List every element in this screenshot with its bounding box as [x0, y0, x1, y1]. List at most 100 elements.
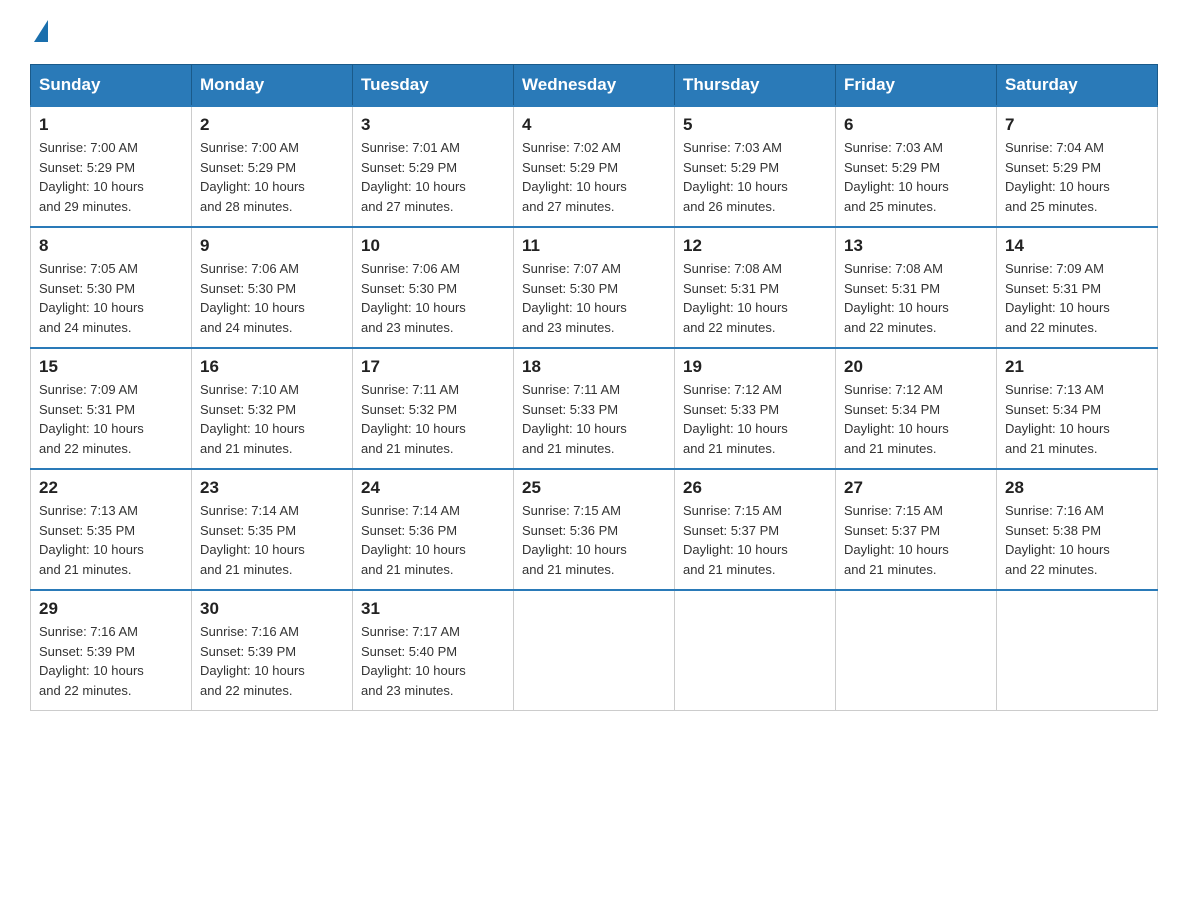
day-info: Sunrise: 7:11 AMSunset: 5:33 PMDaylight:… — [522, 380, 666, 458]
calendar-cell: 17 Sunrise: 7:11 AMSunset: 5:32 PMDayligh… — [353, 348, 514, 469]
calendar-cell: 7 Sunrise: 7:04 AMSunset: 5:29 PMDaylight… — [997, 106, 1158, 227]
calendar-week-row: 8 Sunrise: 7:05 AMSunset: 5:30 PMDaylight… — [31, 227, 1158, 348]
day-number: 8 — [39, 236, 183, 256]
calendar-week-row: 29 Sunrise: 7:16 AMSunset: 5:39 PMDayligh… — [31, 590, 1158, 711]
calendar-cell: 16Sunrise: 7:10 AMSunset: 5:32 PMDayligh… — [192, 348, 353, 469]
day-number: 11 — [522, 236, 666, 256]
day-info: Sunrise: 7:15 AMSunset: 5:36 PMDaylight:… — [522, 501, 666, 579]
day-number: 9 — [200, 236, 344, 256]
calendar-cell: 4Sunrise: 7:02 AMSunset: 5:29 PMDaylight… — [514, 106, 675, 227]
calendar-cell: 12 Sunrise: 7:08 AMSunset: 5:31 PMDayligh… — [675, 227, 836, 348]
calendar-cell: 8 Sunrise: 7:05 AMSunset: 5:30 PMDaylight… — [31, 227, 192, 348]
calendar-table: SundayMondayTuesdayWednesdayThursdayFrid… — [30, 64, 1158, 711]
day-info: Sunrise: 7:14 AMSunset: 5:35 PMDaylight:… — [200, 501, 344, 579]
header-saturday: Saturday — [997, 65, 1158, 107]
day-info: Sunrise: 7:00 AMSunset: 5:29 PMDaylight:… — [39, 138, 183, 216]
day-info: Sunrise: 7:16 AMSunset: 5:39 PMDaylight:… — [39, 622, 183, 700]
day-info: Sunrise: 7:12 AMSunset: 5:33 PMDaylight:… — [683, 380, 827, 458]
calendar-cell: 25 Sunrise: 7:15 AMSunset: 5:36 PMDayligh… — [514, 469, 675, 590]
day-number: 3 — [361, 115, 505, 135]
calendar-cell: 10Sunrise: 7:06 AMSunset: 5:30 PMDayligh… — [353, 227, 514, 348]
day-info: Sunrise: 7:16 AMSunset: 5:39 PMDaylight:… — [200, 622, 344, 700]
day-info: Sunrise: 7:05 AMSunset: 5:30 PMDaylight:… — [39, 259, 183, 337]
day-number: 19 — [683, 357, 827, 377]
calendar-cell: 27 Sunrise: 7:15 AMSunset: 5:37 PMDayligh… — [836, 469, 997, 590]
day-info: Sunrise: 7:06 AMSunset: 5:30 PMDaylight:… — [200, 259, 344, 337]
day-info: Sunrise: 7:00 AMSunset: 5:29 PMDaylight:… — [200, 138, 344, 216]
header-monday: Monday — [192, 65, 353, 107]
day-info: Sunrise: 7:03 AMSunset: 5:29 PMDaylight:… — [683, 138, 827, 216]
calendar-cell — [675, 590, 836, 711]
day-info: Sunrise: 7:08 AMSunset: 5:31 PMDaylight:… — [683, 259, 827, 337]
calendar-week-row: 1 Sunrise: 7:00 AMSunset: 5:29 PMDaylight… — [31, 106, 1158, 227]
day-number: 30 — [200, 599, 344, 619]
day-number: 1 — [39, 115, 183, 135]
day-number: 31 — [361, 599, 505, 619]
header-friday: Friday — [836, 65, 997, 107]
day-number: 20 — [844, 357, 988, 377]
header-thursday: Thursday — [675, 65, 836, 107]
calendar-cell: 31 Sunrise: 7:17 AMSunset: 5:40 PMDayligh… — [353, 590, 514, 711]
day-info: Sunrise: 7:14 AMSunset: 5:36 PMDaylight:… — [361, 501, 505, 579]
calendar-cell — [997, 590, 1158, 711]
day-info: Sunrise: 7:07 AMSunset: 5:30 PMDaylight:… — [522, 259, 666, 337]
calendar-cell: 20 Sunrise: 7:12 AMSunset: 5:34 PMDayligh… — [836, 348, 997, 469]
calendar-cell: 26 Sunrise: 7:15 AMSunset: 5:37 PMDayligh… — [675, 469, 836, 590]
calendar-cell: 15Sunrise: 7:09 AMSunset: 5:31 PMDayligh… — [31, 348, 192, 469]
day-number: 22 — [39, 478, 183, 498]
calendar-cell: 22 Sunrise: 7:13 AMSunset: 5:35 PMDayligh… — [31, 469, 192, 590]
calendar-cell: 6Sunrise: 7:03 AMSunset: 5:29 PMDaylight… — [836, 106, 997, 227]
day-info: Sunrise: 7:16 AMSunset: 5:38 PMDaylight:… — [1005, 501, 1149, 579]
logo — [30, 20, 48, 44]
day-number: 21 — [1005, 357, 1149, 377]
calendar-cell: 3 Sunrise: 7:01 AMSunset: 5:29 PMDaylight… — [353, 106, 514, 227]
calendar-cell: 21 Sunrise: 7:13 AMSunset: 5:34 PMDayligh… — [997, 348, 1158, 469]
day-number: 7 — [1005, 115, 1149, 135]
calendar-cell — [836, 590, 997, 711]
day-number: 26 — [683, 478, 827, 498]
calendar-cell: 9 Sunrise: 7:06 AMSunset: 5:30 PMDaylight… — [192, 227, 353, 348]
day-info: Sunrise: 7:13 AMSunset: 5:35 PMDaylight:… — [39, 501, 183, 579]
calendar-header-row: SundayMondayTuesdayWednesdayThursdayFrid… — [31, 65, 1158, 107]
header-sunday: Sunday — [31, 65, 192, 107]
day-info: Sunrise: 7:12 AMSunset: 5:34 PMDaylight:… — [844, 380, 988, 458]
day-info: Sunrise: 7:04 AMSunset: 5:29 PMDaylight:… — [1005, 138, 1149, 216]
calendar-cell: 19 Sunrise: 7:12 AMSunset: 5:33 PMDayligh… — [675, 348, 836, 469]
day-number: 23 — [200, 478, 344, 498]
day-info: Sunrise: 7:11 AMSunset: 5:32 PMDaylight:… — [361, 380, 505, 458]
calendar-cell: 24 Sunrise: 7:14 AMSunset: 5:36 PMDayligh… — [353, 469, 514, 590]
day-number: 17 — [361, 357, 505, 377]
day-number: 16 — [200, 357, 344, 377]
calendar-cell: 30 Sunrise: 7:16 AMSunset: 5:39 PMDayligh… — [192, 590, 353, 711]
day-info: Sunrise: 7:06 AMSunset: 5:30 PMDaylight:… — [361, 259, 505, 337]
day-number: 13 — [844, 236, 988, 256]
day-info: Sunrise: 7:01 AMSunset: 5:29 PMDaylight:… — [361, 138, 505, 216]
day-number: 28 — [1005, 478, 1149, 498]
day-number: 5 — [683, 115, 827, 135]
day-number: 12 — [683, 236, 827, 256]
calendar-cell: 29 Sunrise: 7:16 AMSunset: 5:39 PMDayligh… — [31, 590, 192, 711]
calendar-cell: 1 Sunrise: 7:00 AMSunset: 5:29 PMDaylight… — [31, 106, 192, 227]
day-info: Sunrise: 7:15 AMSunset: 5:37 PMDaylight:… — [683, 501, 827, 579]
header-wednesday: Wednesday — [514, 65, 675, 107]
day-info: Sunrise: 7:17 AMSunset: 5:40 PMDaylight:… — [361, 622, 505, 700]
day-info: Sunrise: 7:08 AMSunset: 5:31 PMDaylight:… — [844, 259, 988, 337]
calendar-cell: 11 Sunrise: 7:07 AMSunset: 5:30 PMDayligh… — [514, 227, 675, 348]
day-info: Sunrise: 7:13 AMSunset: 5:34 PMDaylight:… — [1005, 380, 1149, 458]
header-tuesday: Tuesday — [353, 65, 514, 107]
day-number: 2 — [200, 115, 344, 135]
day-info: Sunrise: 7:15 AMSunset: 5:37 PMDaylight:… — [844, 501, 988, 579]
logo-triangle-icon — [34, 20, 48, 42]
calendar-week-row: 15Sunrise: 7:09 AMSunset: 5:31 PMDayligh… — [31, 348, 1158, 469]
day-number: 18 — [522, 357, 666, 377]
day-number: 29 — [39, 599, 183, 619]
day-number: 27 — [844, 478, 988, 498]
day-info: Sunrise: 7:03 AMSunset: 5:29 PMDaylight:… — [844, 138, 988, 216]
day-number: 25 — [522, 478, 666, 498]
calendar-cell: 5 Sunrise: 7:03 AMSunset: 5:29 PMDaylight… — [675, 106, 836, 227]
day-number: 24 — [361, 478, 505, 498]
calendar-cell — [514, 590, 675, 711]
day-info: Sunrise: 7:09 AMSunset: 5:31 PMDaylight:… — [1005, 259, 1149, 337]
day-number: 14 — [1005, 236, 1149, 256]
page-header — [30, 20, 1158, 44]
